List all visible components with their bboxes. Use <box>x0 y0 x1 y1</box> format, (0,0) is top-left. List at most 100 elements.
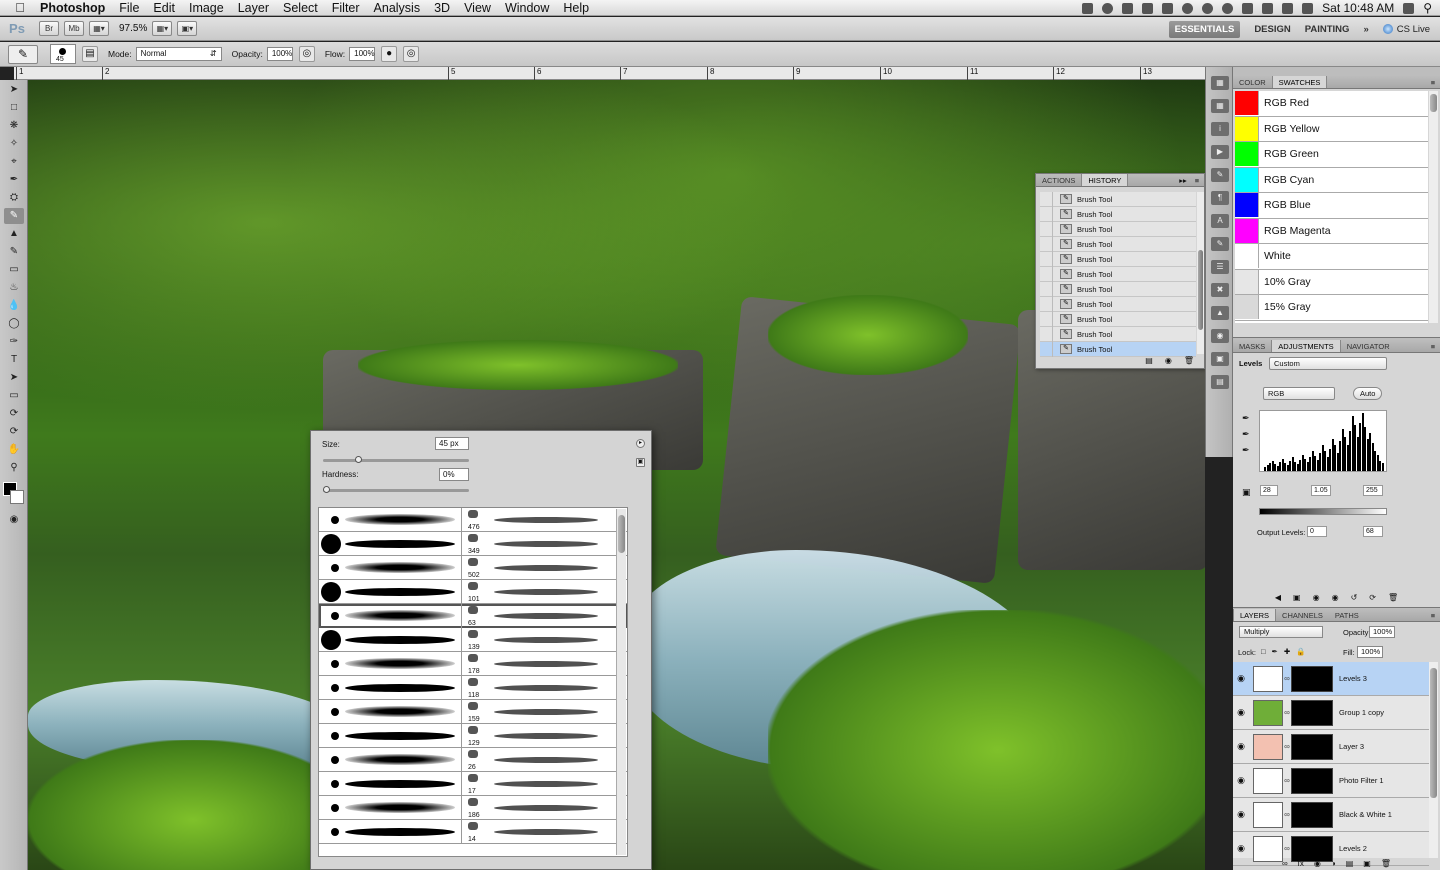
path-select-tool-icon[interactable]: ➤ <box>4 370 24 386</box>
layer-mask-thumbnail[interactable] <box>1291 767 1333 794</box>
menu-window[interactable]: Window <box>505 1 549 15</box>
brush-tool-icon[interactable]: ✎ <box>4 208 24 224</box>
brush-panel-icon[interactable]: ✎ <box>1211 237 1229 251</box>
hardness-field[interactable]: 0% <box>439 468 469 481</box>
layer-row[interactable]: ◉ ∞ Photo Filter 1 <box>1233 764 1429 798</box>
brush-preset[interactable] <box>319 820 462 844</box>
clip-to-layer-icon[interactable]: ◉ <box>1313 593 1320 605</box>
tab-swatches[interactable]: SWATCHES <box>1271 76 1328 88</box>
input-black-field[interactable]: 28 <box>1260 485 1278 496</box>
output-white-field[interactable]: 68 <box>1363 526 1383 537</box>
history-brush-tool-icon[interactable]: ✎ <box>4 244 24 260</box>
brush-preset-row[interactable]: 26 <box>319 748 627 772</box>
workspace-design[interactable]: DESIGN <box>1254 24 1290 35</box>
brush-preset[interactable] <box>319 796 462 820</box>
styles-panel-icon[interactable]: ◉ <box>1211 329 1229 343</box>
shape-tool-icon[interactable]: ▭ <box>4 388 24 404</box>
time-machine-icon[interactable] <box>1182 2 1194 14</box>
bluetooth-icon[interactable] <box>1242 2 1254 14</box>
previous-state-icon[interactable]: ↺ <box>1351 593 1358 605</box>
brush-preset[interactable]: 139 <box>462 628 605 652</box>
eye-icon[interactable]: ◉ <box>1233 809 1249 820</box>
cs-live-button[interactable]: CS Live <box>1382 24 1430 35</box>
clock-icon[interactable] <box>1222 2 1234 14</box>
sync-icon[interactable] <box>1202 2 1214 14</box>
swatch-item[interactable]: RGB Magenta <box>1235 218 1428 244</box>
tab-history[interactable]: HISTORY <box>1081 174 1129 186</box>
menu-file[interactable]: File <box>119 1 139 15</box>
expand-view-icon[interactable]: ▣ <box>1293 593 1301 605</box>
brush-preset-row[interactable]: 159 <box>319 700 627 724</box>
history-brush-source-toggle[interactable] <box>1040 206 1053 222</box>
tab-layers[interactable]: LAYERS <box>1233 609 1277 621</box>
brush-preset-row[interactable]: 186 <box>319 796 627 820</box>
brush-preset[interactable] <box>319 724 462 748</box>
brush-preset-row[interactable]: 101 <box>319 580 627 604</box>
trash-icon[interactable]: 🗑 <box>1381 859 1391 870</box>
brush-presets-panel-icon[interactable]: ☰ <box>1211 260 1229 274</box>
move-tool-icon[interactable]: ➤ <box>4 82 24 98</box>
camera-icon[interactable] <box>1082 2 1094 14</box>
background-color[interactable] <box>10 490 24 504</box>
tab-color[interactable]: COLOR <box>1233 76 1272 88</box>
panel-menu-icon[interactable]: ≡ <box>1426 340 1440 352</box>
tab-channels[interactable]: CHANNELS <box>1276 609 1329 621</box>
history-brush-source-toggle[interactable] <box>1040 266 1053 282</box>
actions-panel-icon[interactable]: ▶ <box>1211 145 1229 159</box>
info-panel-icon[interactable]: i <box>1211 122 1229 136</box>
arrange-documents-button[interactable]: ▦▾ <box>152 21 173 36</box>
layer-row[interactable]: ◉ ∞ Layer 3 <box>1233 730 1429 764</box>
scrollbar-thumb[interactable] <box>1430 94 1437 112</box>
brush-preset[interactable]: 26 <box>462 748 605 772</box>
brush-preset[interactable] <box>319 532 462 556</box>
back-arrow-icon[interactable]: ◀ <box>1275 593 1281 605</box>
brush-preset[interactable] <box>319 772 462 796</box>
brush-preset-row[interactable]: 139 <box>319 628 627 652</box>
input-gamma-field[interactable]: 1.05 <box>1311 485 1331 496</box>
output-levels-gradient[interactable] <box>1259 508 1387 515</box>
workspace-essentials[interactable]: ESSENTIALS <box>1168 20 1241 38</box>
history-brush-source-toggle[interactable] <box>1040 251 1053 267</box>
menu-filter[interactable]: Filter <box>332 1 360 15</box>
brush-preset[interactable]: 476 <box>462 508 605 532</box>
3d-rotate-tool-icon[interactable]: ⟳ <box>4 406 24 422</box>
brush-preset[interactable]: 186 <box>462 796 605 820</box>
menu-3d[interactable]: 3D <box>434 1 450 15</box>
layer-thumbnail[interactable] <box>1253 665 1283 692</box>
panel-menu-icon[interactable]: ≡ <box>1426 76 1440 88</box>
hand-tool-icon[interactable]: ✋ <box>4 442 24 458</box>
pen-tool-icon[interactable]: ✑ <box>4 334 24 350</box>
size-slider-knob[interactable] <box>355 456 363 463</box>
mini-bridge-button[interactable]: Mb <box>64 21 84 36</box>
output-black-field[interactable]: 0 <box>1307 526 1327 537</box>
history-brush-source-toggle[interactable] <box>1040 311 1053 327</box>
swatch-item[interactable]: RGB Yellow <box>1235 116 1428 142</box>
brush-preset[interactable]: 159 <box>462 700 605 724</box>
history-state[interactable]: ✎ Brush Tool <box>1040 326 1196 342</box>
brush-preset[interactable]: 502 <box>462 556 605 580</box>
eye-icon[interactable]: ◉ <box>1233 741 1249 752</box>
new-document-from-state-icon[interactable]: ▤ <box>1145 356 1153 368</box>
swatch-item[interactable]: RGB Green <box>1235 142 1428 168</box>
scrollbar-thumb[interactable] <box>1198 250 1203 330</box>
quick-select-tool-icon[interactable]: ✧ <box>4 136 24 152</box>
panel-menu-icon[interactable]: ≡ <box>1190 174 1204 186</box>
zoom-level[interactable]: 97.5% <box>119 23 147 34</box>
menu-view[interactable]: View <box>464 1 491 15</box>
size-field[interactable]: 45 px <box>435 437 469 450</box>
layer-mask-thumbnail[interactable] <box>1291 665 1333 692</box>
layer-name[interactable]: Layer 3 <box>1339 742 1364 751</box>
zoom-tool-icon[interactable]: ⚲ <box>4 460 24 476</box>
wifi-icon[interactable] <box>1262 2 1274 14</box>
auto-button[interactable]: Auto <box>1353 387 1383 400</box>
scrollbar-thumb[interactable] <box>1430 668 1437 798</box>
healing-tool-icon[interactable]: ⛭ <box>4 190 24 206</box>
brush-preset[interactable] <box>319 676 462 700</box>
mini-bridge-panel-icon[interactable]: ▦ <box>1211 76 1229 90</box>
fill-field[interactable]: 100% <box>1357 646 1383 658</box>
tool-preset-picker[interactable]: ✎ <box>8 44 38 64</box>
battery-icon[interactable] <box>1403 2 1415 14</box>
swatch-item[interactable]: RGB Cyan <box>1235 167 1428 193</box>
brush-panel-toggle-icon[interactable]: ▤ <box>82 46 98 62</box>
mask-link-icon[interactable]: ∞ <box>1283 674 1291 683</box>
